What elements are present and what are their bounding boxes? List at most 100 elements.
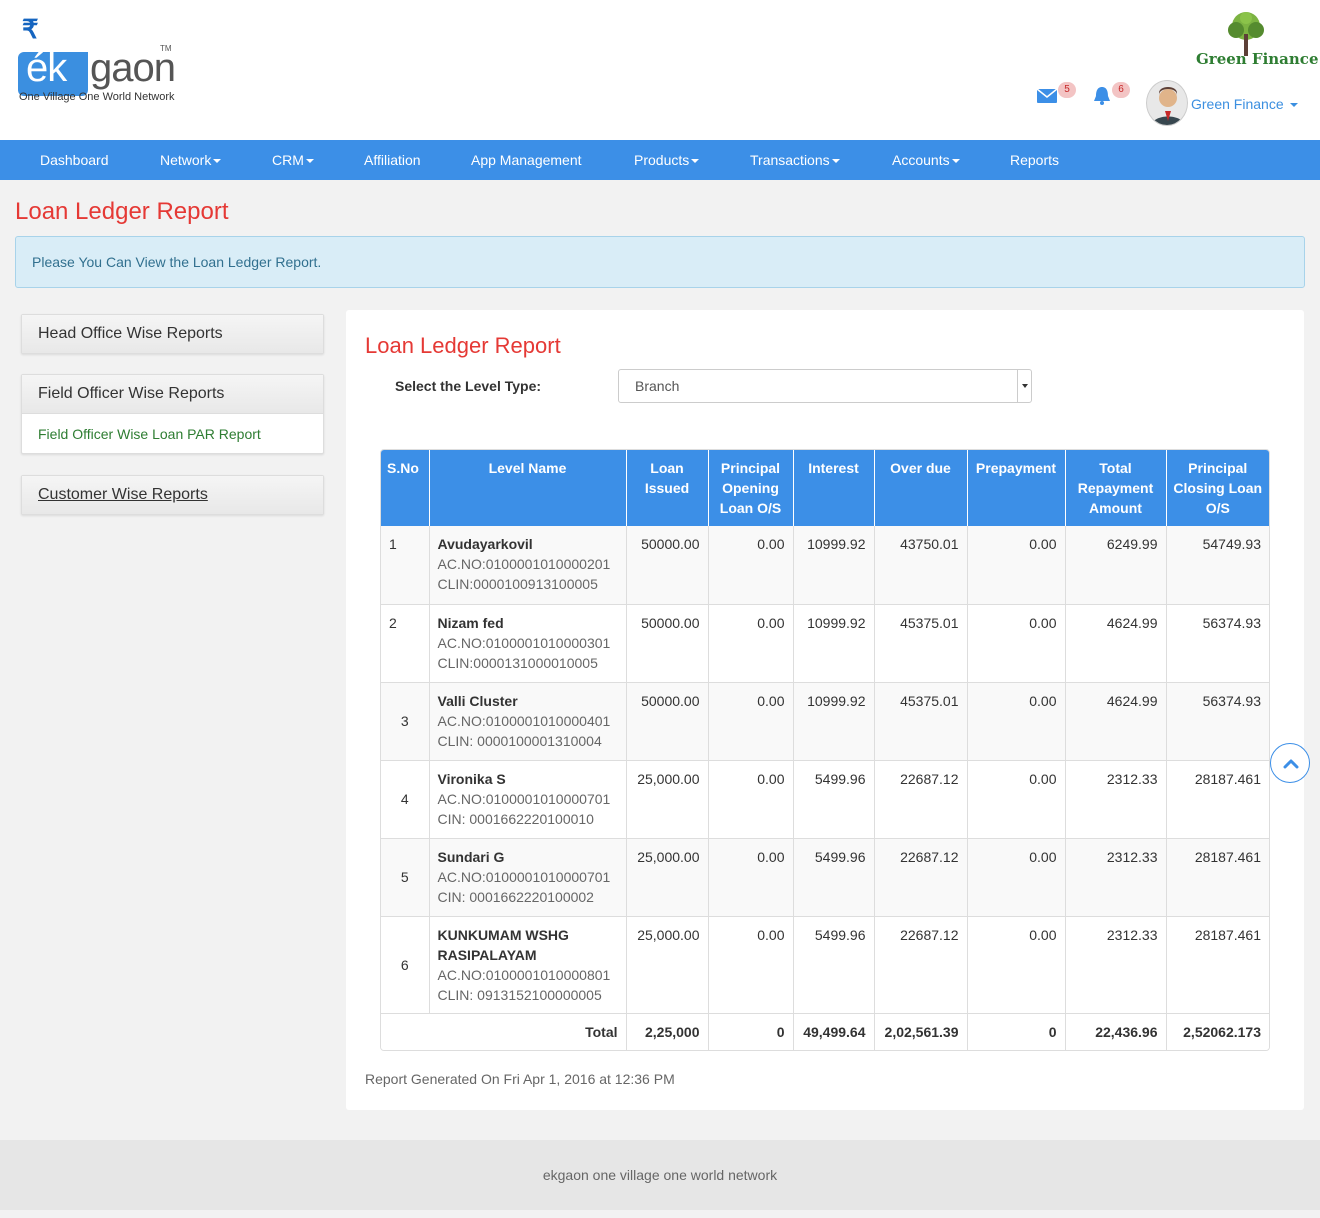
col-loan-issued: Loan Issued [626, 450, 709, 526]
cell-level-name: Sundari G AC.NO:0100001010000701 CIN: 0001… [429, 838, 627, 917]
total-loan-issued: 2,25,000 [626, 1013, 709, 1050]
client-id: CLIN: 0000100001310004 [437, 732, 602, 749]
sidebar-field-officer-par-link[interactable]: Field Officer Wise Loan PAR Report [22, 413, 323, 453]
cell-principal-closing: 56374.93 [1166, 682, 1269, 761]
green-finance-logo-text: Green Finance [1196, 50, 1319, 68]
client-id: CLIN: 0913152100000005 [437, 986, 602, 1003]
table-row: 1 Avudayarkovil AC.NO:0100001010000201 CLI… [381, 526, 1269, 605]
cell-total-repayment: 4624.99 [1065, 682, 1167, 761]
cell-principal-opening: 0.00 [708, 760, 794, 839]
level-type-select[interactable]: Branch [618, 369, 1032, 403]
table-header-row: S.No Level Name Loan Issued Principal Op… [381, 450, 1269, 526]
level-name: Vironika S [437, 770, 506, 787]
nav-affiliation[interactable]: Affiliation [364, 140, 421, 180]
cell-over-due: 22687.12 [874, 916, 968, 1014]
account-number: AC.NO:0100001010000401 [437, 712, 611, 729]
chevron-down-icon [951, 159, 960, 164]
chevron-down-icon [831, 159, 840, 164]
cell-principal-opening: 0.00 [708, 682, 794, 761]
level-name: Sundari G [437, 848, 505, 865]
cell-principal-opening: 0.00 [708, 526, 794, 605]
nav-app-management[interactable]: App Management [471, 140, 582, 180]
table-row: 2 Nizam fed AC.NO:0100001010000301 CLIN:00… [381, 604, 1269, 683]
cell-principal-opening: 0.00 [708, 916, 794, 1014]
level-name: Valli Cluster [437, 692, 518, 709]
footer: ekgaon one village one world network [0, 1140, 1320, 1210]
cell-principal-opening: 0.00 [708, 838, 794, 917]
total-repayment: 22,436.96 [1065, 1013, 1167, 1050]
cell-prepayment: 0.00 [967, 526, 1066, 605]
total-interest: 49,499.64 [793, 1013, 875, 1050]
nav-products[interactable]: Products [634, 140, 700, 180]
cell-prepayment: 0.00 [967, 838, 1066, 917]
user-avatar-icon[interactable] [1146, 80, 1188, 126]
nav-dashboard[interactable]: Dashboard [40, 140, 109, 180]
logo-ek-text: ék [26, 46, 67, 90]
nav-accounts[interactable]: Accounts [892, 140, 960, 180]
mail-count-badge: 5 [1058, 82, 1076, 98]
level-name: Avudayarkovil [437, 536, 533, 552]
nav-accounts-label: Accounts [892, 152, 950, 168]
cell-sno: 3 [381, 682, 430, 761]
cell-sno: 5 [381, 838, 430, 917]
cell-principal-closing: 54749.93 [1166, 526, 1269, 605]
ledger-table: S.No Level Name Loan Issued Principal Op… [380, 449, 1270, 1051]
sidebar-customer[interactable]: Customer Wise Reports [22, 476, 323, 514]
total-over-due: 2,02,561.39 [874, 1013, 968, 1050]
col-over-due: Over due [874, 450, 968, 526]
chevron-down-icon [305, 159, 314, 164]
cell-principal-closing: 28187.461 [1166, 760, 1269, 839]
cell-prepayment: 0.00 [967, 916, 1066, 1014]
nav-network[interactable]: Network [160, 140, 222, 180]
nav-products-label: Products [634, 152, 690, 168]
client-id: CIN: 0001662220100002 [437, 888, 594, 905]
mail-icon[interactable] [1036, 86, 1060, 106]
sidebar-field-officer[interactable]: Field Officer Wise Reports [22, 375, 323, 413]
user-menu[interactable]: Green Finance [1191, 96, 1298, 112]
sidebar-field-officer-panel: Field Officer Wise Reports Field Officer… [21, 374, 324, 454]
cell-total-repayment: 2312.33 [1065, 760, 1167, 839]
sidebar-head-office[interactable]: Head Office Wise Reports [22, 315, 323, 353]
cell-sno: 1 [381, 526, 430, 605]
nav-network-label: Network [160, 152, 212, 168]
cell-principal-closing: 28187.461 [1166, 838, 1269, 917]
table-row: 4 Vironika S AC.NO:0100001010000701 CIN: 0… [381, 760, 1269, 839]
sidebar-head-office-panel: Head Office Wise Reports [21, 314, 324, 354]
account-number: AC.NO:0100001010000801 [437, 966, 611, 983]
cell-principal-opening: 0.00 [708, 604, 794, 683]
ekgaon-logo[interactable]: ₹ ék gaon TM One Village One World Netwo… [18, 12, 188, 107]
col-principal-opening: Principal Opening Loan O/S [708, 450, 794, 526]
cell-loan-issued: 50000.00 [626, 682, 709, 761]
cell-over-due: 45375.01 [874, 682, 968, 761]
col-interest: Interest [793, 450, 875, 526]
table-row: 5 Sundari G AC.NO:0100001010000701 CIN: 00… [381, 838, 1269, 917]
report-generated-text: Report Generated On Fri Apr 1, 2016 at 1… [365, 1071, 675, 1087]
cell-interest: 10999.92 [793, 682, 875, 761]
cell-level-name: Nizam fed AC.NO:0100001010000301 CLIN:0000… [429, 604, 627, 683]
cell-interest: 5499.96 [793, 760, 875, 839]
logo-tagline: One Village One World Network [19, 91, 175, 103]
cell-total-repayment: 2312.33 [1065, 916, 1167, 1014]
report-panel: Loan Ledger Report Select the Level Type… [346, 310, 1304, 1110]
nav-reports[interactable]: Reports [1010, 140, 1059, 180]
level-name: KUNKUMAM WSHG RASIPALAYAM [437, 926, 569, 963]
total-prepayment: 0 [967, 1013, 1066, 1050]
cell-loan-issued: 25,000.00 [626, 916, 709, 1014]
nav-crm[interactable]: CRM [272, 140, 314, 180]
col-total-repayment: Total Repayment Amount [1065, 450, 1167, 526]
cell-principal-closing: 56374.93 [1166, 604, 1269, 683]
scroll-to-top-button[interactable] [1270, 743, 1310, 783]
green-finance-logo: Green Finance [1196, 10, 1318, 70]
cell-prepayment: 0.00 [967, 760, 1066, 839]
level-type-value: Branch [635, 378, 680, 394]
client-id: CLIN:0000131000010005 [437, 654, 598, 671]
client-id: CIN: 0001662220100010 [437, 810, 594, 827]
cell-over-due: 43750.01 [874, 526, 968, 605]
cell-loan-issued: 25,000.00 [626, 760, 709, 839]
col-prepayment: Prepayment [967, 450, 1066, 526]
cell-prepayment: 0.00 [967, 604, 1066, 683]
logo-tm: TM [160, 44, 172, 53]
nav-transactions[interactable]: Transactions [750, 140, 840, 180]
col-level-name: Level Name [429, 450, 627, 526]
chevron-down-icon [691, 159, 700, 164]
